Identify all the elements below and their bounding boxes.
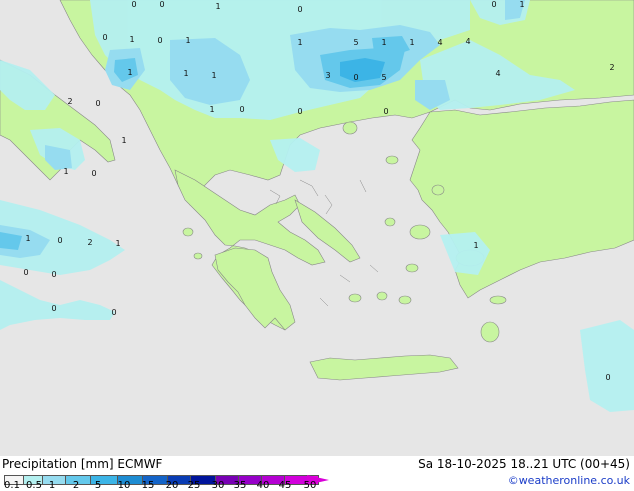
precip-value-label: 0 [383, 107, 388, 116]
precip-value-label: 1 [115, 239, 120, 248]
precip-value-label: 1 [63, 167, 68, 176]
legend-tick-label: 50 [303, 480, 317, 491]
precip-value-label: 5 [381, 73, 386, 82]
legend-tick-label: 15 [141, 480, 155, 491]
precip-value-label: 0 [91, 169, 96, 178]
legend-tick-label: 35 [233, 480, 247, 491]
precip-value-label: 0 [51, 304, 56, 313]
precip-value-label: 1 [183, 69, 188, 78]
precip-value-label: 0 [57, 236, 62, 245]
precip-value-label: 1 [211, 71, 216, 80]
precip-value-label: 0 [605, 373, 610, 382]
precip-value-label: 1 [185, 36, 190, 45]
precip-value-label: 0 [491, 0, 496, 9]
legend-tick-label: 2 [72, 480, 80, 491]
precip-value-label: 0 [353, 73, 358, 82]
precip-value-label: 1 [25, 234, 30, 243]
map-title: Precipitation [mm] ECMWF [2, 457, 163, 471]
precip-value-label: 4 [495, 69, 500, 78]
precip-value-label: 5 [353, 38, 358, 47]
legend-tick-label: 20 [165, 480, 179, 491]
precip-value-label: 2 [609, 63, 614, 72]
legend-tick-label: 1 [48, 480, 56, 491]
precipitation-map: 0 0 1 0 0 1 0 1 1 5 1 1 4 4 1 1 1 3 0 5 4 2 2 0 1 0 0 0 1 1 0 1 1 0 2 1 0 0 0 0… [0, 0, 634, 456]
precip-value-label: 1 [121, 136, 126, 145]
precip-value-label: 0 [297, 107, 302, 116]
precip-value-label: 0 [297, 5, 302, 14]
precip-value-label: 3 [325, 71, 330, 80]
precip-value-label: 2 [87, 238, 92, 247]
legend-tick-label: 40 [256, 480, 270, 491]
precip-value-label: 1 [519, 0, 524, 9]
precip-value-label: 0 [102, 33, 107, 42]
legend-tick-label: 45 [278, 480, 292, 491]
precip-value-label: 4 [437, 38, 442, 47]
legend-tick-label: 25 [187, 480, 201, 491]
legend-tick-label: 10 [117, 480, 131, 491]
precip-value-label: 0 [111, 308, 116, 317]
precip-value-label: 2 [67, 97, 72, 106]
precip-value-label: 1 [297, 38, 302, 47]
precip-value-label: 0 [95, 99, 100, 108]
precip-value-label: 1 [215, 2, 220, 11]
precip-value-label: 0 [51, 270, 56, 279]
precip-value-label: 4 [465, 37, 470, 46]
valid-time: Sa 18-10-2025 18..21 UTC (00+45) [418, 457, 630, 471]
legend-tick-label: 30 [211, 480, 225, 491]
legend-ticks: 0.1 0.5 1 2 5 10 15 20 25 30 35 40 45 50 [0, 480, 340, 491]
precip-value-label: 1 [409, 38, 414, 47]
legend-tick-label: 0.5 [26, 480, 42, 491]
precip-value-label: 0 [239, 105, 244, 114]
credit-link[interactable]: ©weatheronline.co.uk [508, 474, 630, 487]
precip-value-label: 1 [127, 68, 132, 77]
footer: Precipitation [mm] ECMWF Sa 18-10-2025 1… [0, 456, 634, 491]
precip-value-label: 0 [157, 36, 162, 45]
precip-value-label: 0 [159, 0, 164, 9]
precip-value-label: 1 [129, 35, 134, 44]
precip-value-label: 1 [381, 38, 386, 47]
legend-tick-label: 0.1 [4, 480, 20, 491]
precip-value-label: 0 [131, 0, 136, 9]
legend-tick-label: 5 [94, 480, 102, 491]
precip-value-label: 0 [23, 268, 28, 277]
precip-value-label: 1 [473, 241, 478, 250]
precip-value-label: 1 [209, 105, 214, 114]
